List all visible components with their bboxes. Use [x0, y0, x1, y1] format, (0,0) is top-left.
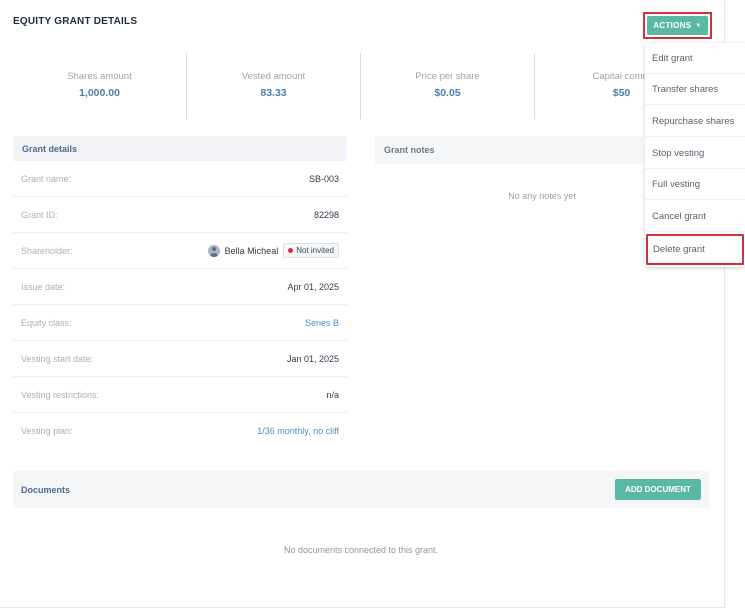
shareholder-name[interactable]: Bella Micheal	[225, 246, 279, 256]
detail-row-issue-date: Issue date: Apr 01, 2025	[13, 269, 347, 305]
menu-item-delete-grant[interactable]: Delete grant	[646, 234, 744, 265]
documents-empty-text: No documents connected to this grant.	[283, 545, 439, 555]
detail-value: SB-003	[308, 173, 339, 184]
actions-dropdown-menu: Edit grant Transfer shares Repurchase sh…	[645, 43, 745, 267]
detail-label: Issue date:	[21, 281, 66, 292]
menu-item-edit-grant[interactable]: Edit grant	[645, 43, 745, 74]
user-icon	[208, 245, 220, 257]
status-badge-label: Not invited	[296, 246, 334, 255]
detail-value: Jan 01, 2025	[286, 353, 339, 364]
vesting-plan-link[interactable]: 1/36 monthly, no cliff	[257, 426, 339, 436]
detail-row-vesting-start-date: Vesting start date: Jan 01, 2025	[13, 341, 347, 377]
shareholder-value: Bella Micheal Not invited	[207, 243, 339, 258]
detail-label: Grant name:	[21, 173, 72, 184]
stat-value: 1,000.00	[79, 87, 120, 99]
stat-label: Vested amount	[241, 71, 306, 82]
stat-vested-amount: Vested amount 83.33	[187, 53, 360, 119]
grant-details-header: Grant details	[13, 136, 347, 161]
menu-item-repurchase-shares[interactable]: Repurchase shares	[645, 106, 745, 137]
status-dot-icon	[288, 248, 294, 253]
actions-button[interactable]: ACTIONS ▼	[647, 16, 708, 35]
stat-value: 83.33	[260, 87, 287, 99]
detail-value: Apr 01, 2025	[287, 281, 339, 292]
status-badge: Not invited	[283, 243, 339, 258]
detail-label: Vesting plan:	[21, 426, 73, 436]
stat-label: Shares amount	[67, 71, 132, 82]
stat-value: $0.05	[434, 87, 461, 99]
detail-row-equity-class: Equity class: Series B	[13, 305, 347, 341]
detail-row-grant-name: Grant name: SB-003	[13, 161, 347, 197]
stat-shares-amount: Shares amount 1,000.00	[13, 53, 186, 119]
actions-button-label: ACTIONS	[653, 21, 692, 30]
avatar	[207, 244, 220, 257]
documents-title: Documents	[21, 484, 71, 495]
detail-value: 82298	[313, 209, 339, 220]
detail-row-vesting-restrictions: Vesting restrictions: n/a	[13, 377, 347, 413]
page-bottom-border	[0, 607, 725, 608]
grant-notes-header: Grant notes	[375, 136, 643, 164]
grant-notes-card: Grant notes	[375, 136, 643, 164]
caret-down-icon: ▼	[695, 22, 702, 29]
detail-label: Shareholder:	[21, 245, 73, 256]
grant-stats: Shares amount 1,000.00 Vested amount 83.…	[13, 53, 713, 119]
documents-header: Documents ADD DOCUMENT	[13, 471, 709, 508]
detail-row-shareholder: Shareholder: Bella Micheal Not invited	[13, 233, 347, 269]
stat-price-per-share: Price per share $0.05	[361, 53, 534, 119]
stat-label: Price per share	[415, 71, 480, 82]
actions-button-highlight: ACTIONS ▼	[643, 12, 712, 39]
add-document-button[interactable]: ADD DOCUMENT	[615, 479, 701, 500]
detail-label: Equity class:	[21, 317, 72, 328]
detail-value: n/a	[326, 389, 339, 400]
page-title: EQUITY GRANT DETAILS	[13, 16, 138, 27]
menu-item-cancel-grant[interactable]: Cancel grant	[645, 201, 745, 232]
detail-label: Grant ID:	[21, 209, 58, 220]
equity-class-link[interactable]: Series B	[305, 318, 339, 328]
detail-row-grant-id: Grant ID: 82298	[13, 197, 347, 233]
detail-label: Vesting restrictions:	[21, 389, 100, 400]
detail-label: Vesting start date:	[21, 353, 94, 364]
menu-item-stop-vesting[interactable]: Stop vesting	[645, 138, 745, 169]
detail-row-vesting-plan: Vesting plan: 1/36 monthly, no cliff	[13, 413, 347, 449]
grant-details-card: Grant details Grant name: SB-003 Grant I…	[13, 136, 347, 449]
menu-item-transfer-shares[interactable]: Transfer shares	[645, 74, 745, 105]
menu-item-full-vesting[interactable]: Full vesting	[645, 169, 745, 200]
